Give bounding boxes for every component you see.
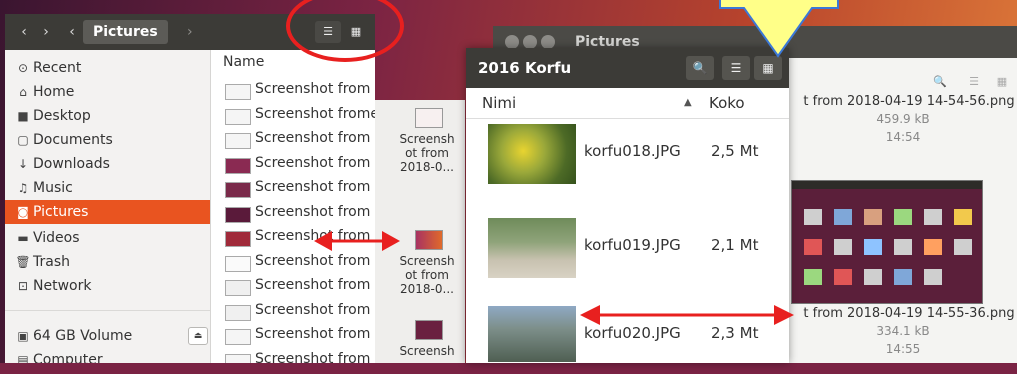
callout-arrow xyxy=(719,0,839,58)
double-arrow-right xyxy=(580,305,794,325)
double-arrow-left xyxy=(314,231,400,251)
annotation-layer xyxy=(314,0,839,325)
